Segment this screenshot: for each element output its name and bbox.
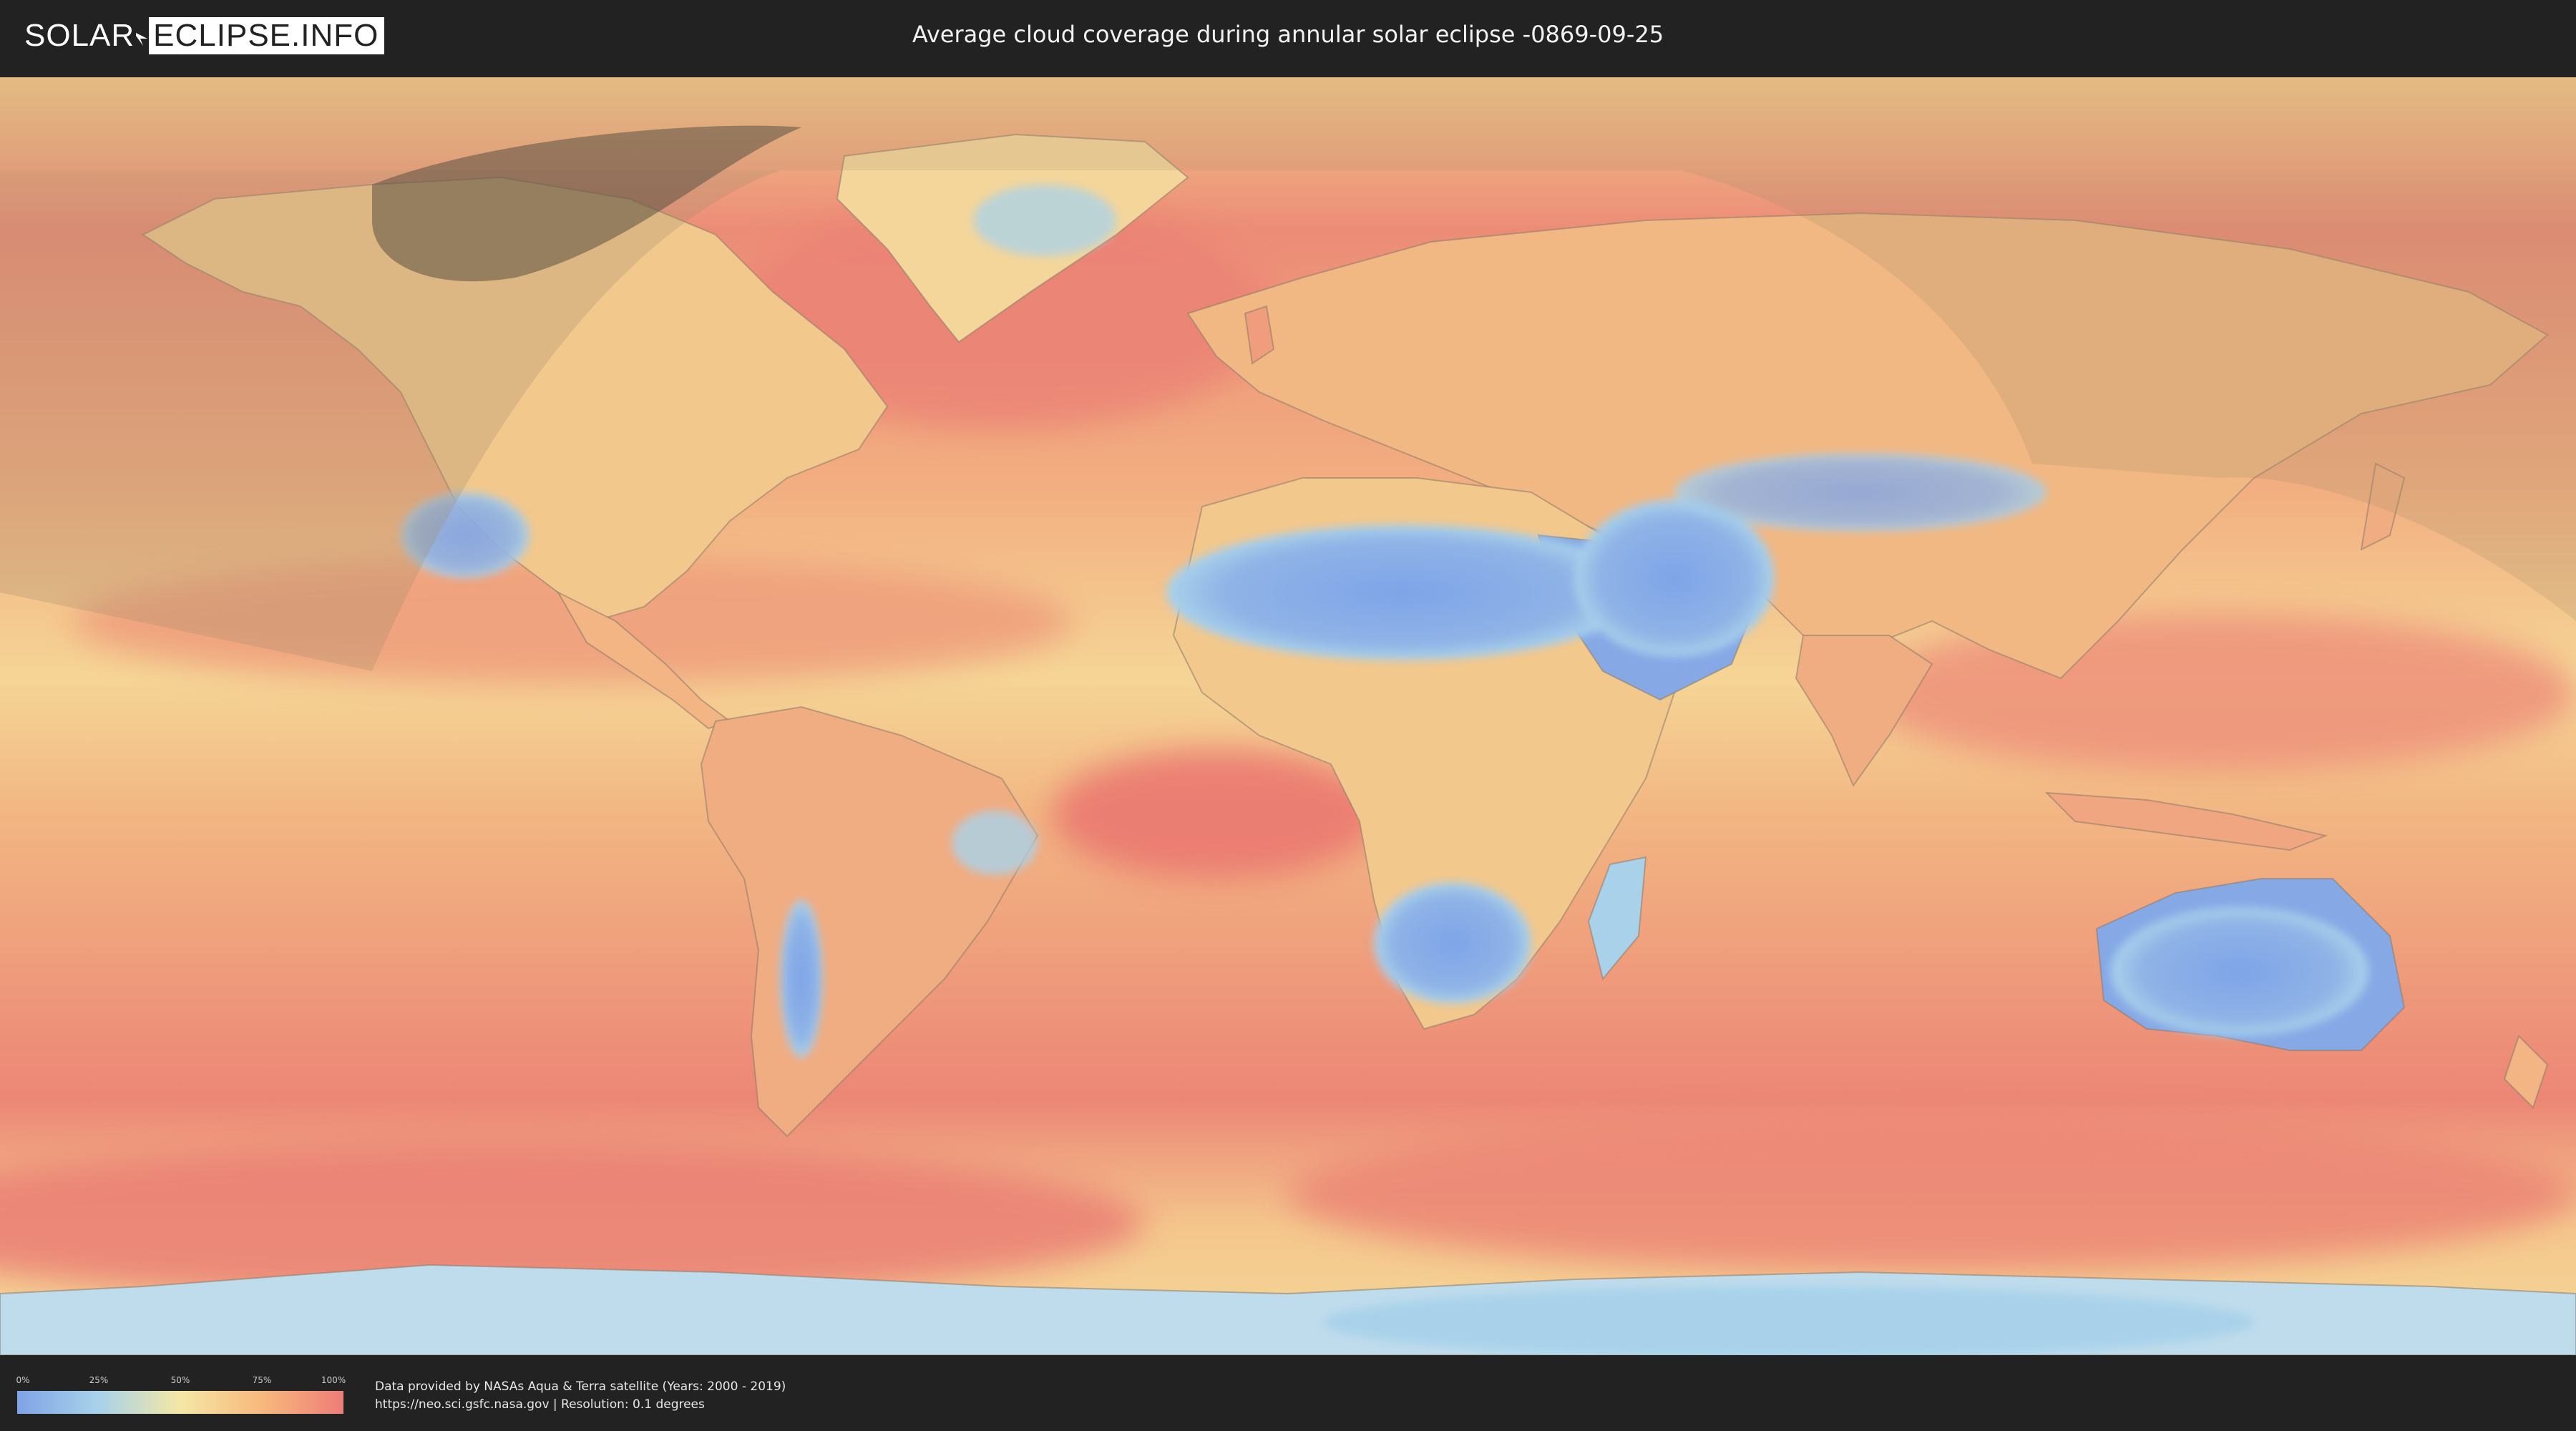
eclipse-visibility-shading-north <box>0 77 2576 170</box>
data-credit: Data provided by NASAs Aqua & Terra sate… <box>375 1378 786 1414</box>
legend-tick-75: 75% <box>252 1375 272 1385</box>
legend-gradient-bar <box>17 1391 343 1414</box>
sahara-clear <box>1166 524 1639 660</box>
credit-line-source: Data provided by NASAs Aqua & Terra sate… <box>375 1379 786 1394</box>
color-legend: 0% 25% 50% 75% 100% <box>16 1375 346 1414</box>
atacama-clear <box>780 900 823 1058</box>
kalahari-clear <box>1374 882 1531 1004</box>
page-title: Average cloud coverage during annular so… <box>912 21 1664 48</box>
credit-line-url: https://neo.sci.gsfc.nasa.gov | Resoluti… <box>375 1397 705 1412</box>
central-asia-clear <box>1674 453 2046 532</box>
cloud-coverage-map[interactable] <box>0 77 2576 1355</box>
greenland-clear <box>973 185 1116 256</box>
antarctic-clear <box>1324 1286 2254 1355</box>
header-bar: SOLAR ECLIPSE.INFO Average cloud coverag… <box>0 0 2576 72</box>
legend-tick-0: 0% <box>16 1375 30 1385</box>
legend-tick-100: 100% <box>321 1375 346 1385</box>
australia-clear <box>2111 907 2368 1036</box>
legend-tick-50: 50% <box>170 1375 190 1385</box>
brazil-clear <box>952 811 1038 875</box>
legend-tick-25: 25% <box>89 1375 109 1385</box>
footer-bar: 0% 25% 50% 75% 100% Data provided by NAS… <box>0 1359 2576 1431</box>
legend-ticks: 0% 25% 50% 75% 100% <box>16 1375 346 1387</box>
